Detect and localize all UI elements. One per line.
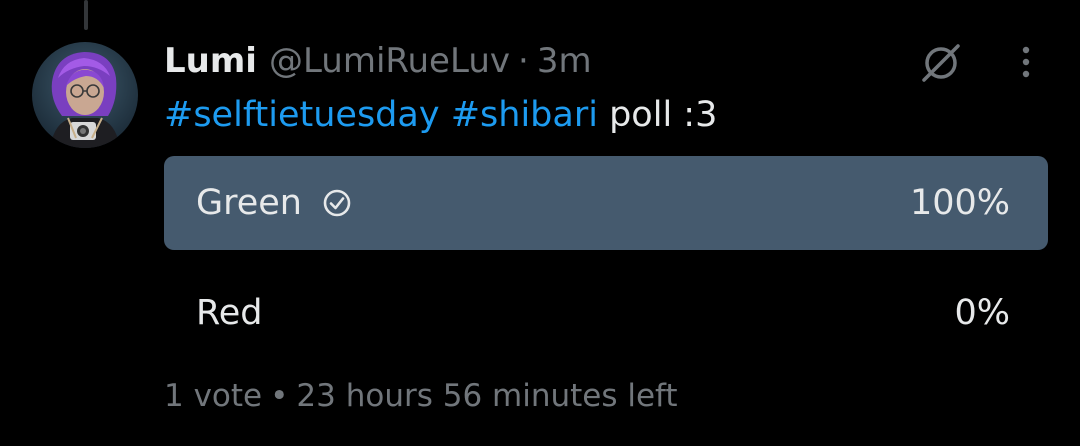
author-handle[interactable]: @LumiRueLuv: [269, 41, 510, 81]
author-display-name[interactable]: Lumi: [164, 41, 257, 81]
poll-time-left: 23 hours 56 minutes left: [296, 378, 678, 414]
avatar-image: [32, 42, 138, 148]
poll-option-percent: 100%: [909, 183, 1010, 223]
more-options-icon[interactable]: [1010, 42, 1042, 82]
poll-meta: 1 vote • 23 hours 56 minutes left: [164, 378, 678, 414]
hashtag-link[interactable]: #shibari: [451, 95, 598, 135]
poll-option-percent: 0%: [954, 293, 1010, 333]
poll-option-label: Green: [196, 183, 302, 223]
grok-icon[interactable]: [918, 40, 964, 86]
tweet-body-text: poll :3: [609, 95, 718, 135]
header-separator: ·: [518, 41, 529, 81]
poll-option-label-wrap: Green: [196, 156, 354, 250]
avatar[interactable]: [32, 42, 138, 148]
poll-meta-separator: •: [270, 378, 289, 414]
poll-option-label: Red: [196, 293, 263, 333]
poll-option-red: Red 0%: [164, 266, 1048, 360]
poll-option-green: Green 100%: [164, 156, 1048, 250]
check-circle-icon: [320, 186, 354, 220]
hashtag-link[interactable]: #selftietuesday: [164, 95, 440, 135]
tweet-header: Lumi @LumiRueLuv · 3m: [164, 38, 592, 84]
thread-connector-line: [84, 0, 88, 30]
tweet-text: #selftietuesday #shibari poll :3: [164, 92, 717, 138]
tweet-timestamp[interactable]: 3m: [537, 41, 592, 81]
poll-vote-count: 1 vote: [164, 378, 263, 414]
